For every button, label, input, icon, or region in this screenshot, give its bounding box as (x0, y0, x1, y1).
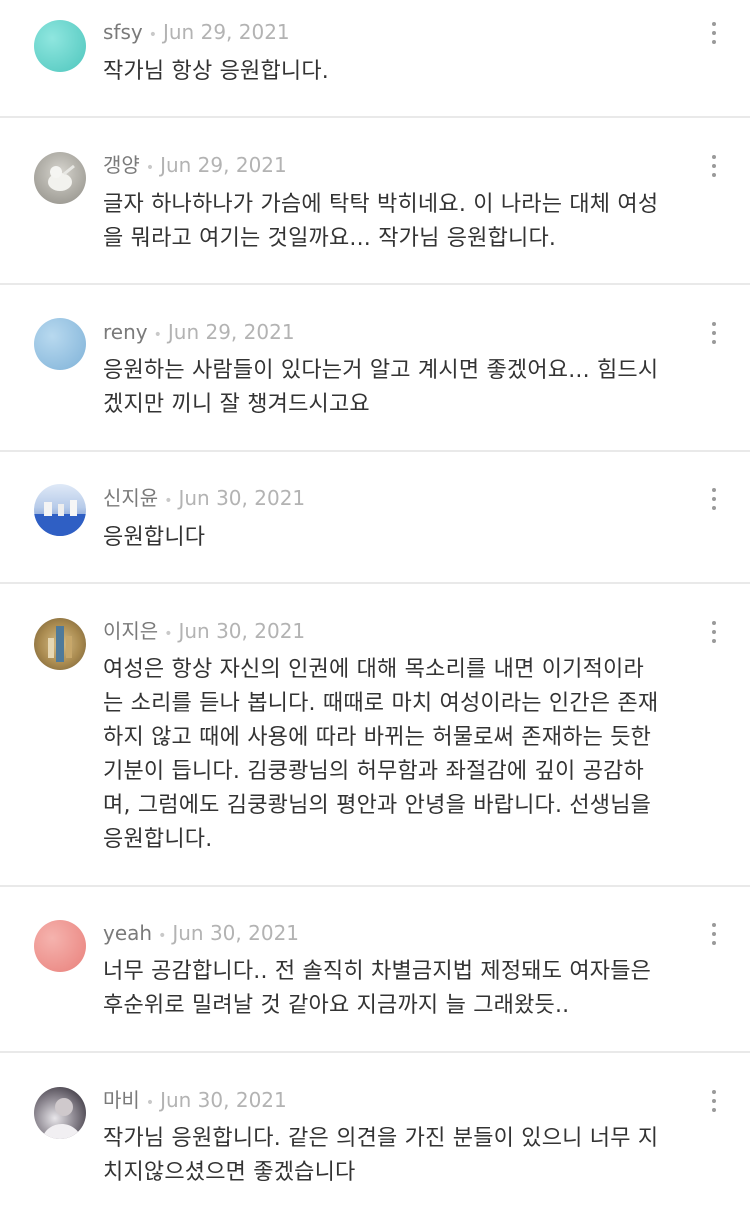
comment-text: 응원하는 사람들이 있다는거 알고 계시면 좋겠어요... 힘드시 겠지만 끼니… (103, 354, 703, 422)
divider (0, 450, 750, 452)
comment-date: Jun 30, 2021 (178, 619, 306, 643)
divider (0, 885, 750, 887)
divider (0, 283, 750, 285)
comment-text: 글자 하나하나가 가슴에 탁탁 박히네요. 이 나라는 대체 여성 을 뭐라고 … (103, 188, 703, 256)
comment-date: Jun 30, 2021 (160, 1088, 287, 1112)
more-options-icon[interactable] (700, 313, 728, 353)
comment-meta: yeah • Jun 30, 2021 (103, 919, 299, 947)
comment-date: Jun 30, 2021 (178, 486, 306, 510)
comment-meta: 신지윤 • Jun 30, 2021 (103, 484, 305, 512)
comment-text: 너무 공감합니다.. 전 솔직히 차별금지법 제정돼도 여자들은 후순위로 밀려… (103, 955, 703, 1023)
meta-separator: • (153, 327, 162, 343)
comment-meta: reny • Jun 29, 2021 (103, 318, 295, 346)
avatar[interactable] (34, 920, 86, 972)
comment-line: 기분이 듭니다. 김쿵쾅님의 허무함과 좌절감에 깊이 공감하 (103, 759, 644, 784)
comment-meta: 마비 • Jun 30, 2021 (103, 1086, 287, 1114)
comment-author[interactable]: yeah (103, 921, 152, 945)
avatar[interactable] (34, 484, 86, 536)
divider (0, 582, 750, 584)
comment-author[interactable]: 마비 (103, 1088, 140, 1112)
avatar[interactable] (34, 318, 86, 370)
avatar-image-icon (48, 164, 75, 191)
comment-author[interactable]: 갱양 (103, 153, 140, 177)
avatar-image-icon (34, 500, 86, 536)
comment-meta: sfsy • Jun 29, 2021 (103, 18, 290, 46)
meta-separator: • (148, 27, 157, 43)
divider (0, 116, 750, 118)
avatar[interactable] (34, 152, 86, 204)
avatar[interactable] (34, 1087, 86, 1139)
avatar[interactable] (34, 618, 86, 670)
more-options-icon[interactable] (700, 914, 728, 954)
meta-separator: • (145, 160, 155, 176)
comment-meta: 이지은 • Jun 30, 2021 (103, 617, 305, 645)
comment-date: Jun 29, 2021 (160, 153, 287, 177)
comment-date: Jun 29, 2021 (167, 320, 295, 344)
comment-line: 응원합니다. (103, 827, 213, 852)
comment-line: 작가님 응원합니다. 같은 의견을 가진 분들이 있으니 너무 지 (103, 1126, 659, 1151)
comment-line: 며, 그럼에도 김쿵쾅님의 평안과 안녕을 바랍니다. 선생님을 (103, 793, 652, 818)
comment-line: 을 뭐라고 여기는 것일까요... 작가님 응원합니다. (103, 226, 557, 251)
comment-author[interactable]: 신지윤 (103, 486, 158, 510)
comment-line: 글자 하나하나가 가슴에 탁탁 박히네요. 이 나라는 대체 여성 (103, 192, 659, 217)
meta-separator: • (164, 493, 173, 509)
avatar-image-icon (48, 626, 72, 662)
comment-line: 후순위로 밀려날 것 같아요 지금까지 늘 그래왔듯.. (103, 993, 570, 1018)
comment-line: 하지 않고 때에 사용에 따라 바뀌는 허물로써 존재하는 듯한 (103, 725, 652, 750)
more-options-icon[interactable] (700, 13, 728, 53)
comment-text: 작가님 응원합니다. 같은 의견을 가진 분들이 있으니 너무 지 치지않으셨으… (103, 1122, 703, 1190)
more-options-icon[interactable] (700, 146, 728, 186)
more-options-icon[interactable] (700, 479, 728, 519)
meta-separator: • (164, 626, 173, 642)
more-options-icon[interactable] (700, 1081, 728, 1121)
comment-line: 겠지만 끼니 잘 챙겨드시고요 (103, 392, 370, 417)
comment-author[interactable]: reny (103, 320, 148, 344)
comment-line: 작가님 항상 응원합니다. (103, 59, 329, 84)
meta-separator: • (158, 928, 167, 944)
comment-date: Jun 29, 2021 (162, 20, 290, 44)
more-options-icon[interactable] (700, 612, 728, 652)
comment-line: 치지않으셨으면 좋겠습니다 (103, 1160, 356, 1185)
comment-author[interactable]: 이지은 (103, 619, 158, 643)
comment-line: 여성은 항상 자신의 인권에 대해 목소리를 내면 이기적이라 (103, 657, 644, 682)
comment-text: 작가님 항상 응원합니다. (103, 55, 703, 89)
divider (0, 1051, 750, 1053)
comment-line: 응원하는 사람들이 있다는거 알고 계시면 좋겠어요... 힘드시 (103, 358, 659, 383)
comment-text: 응원합니다 (103, 521, 703, 555)
comment-meta: 갱양 • Jun 29, 2021 (103, 151, 287, 179)
comment-author[interactable]: sfsy (103, 20, 143, 44)
comment-date: Jun 30, 2021 (172, 921, 300, 945)
meta-separator: • (145, 1095, 155, 1111)
comment-text: 여성은 항상 자신의 인권에 대해 목소리를 내면 이기적이라 는 소리를 듣나… (103, 653, 703, 857)
comment-line: 는 소리를 듣나 봅니다. 때때로 마치 여성이라는 인간은 존재 (103, 691, 659, 716)
avatar[interactable] (34, 20, 86, 72)
comment-line: 너무 공감합니다.. 전 솔직히 차별금지법 제정돼도 여자들은 (103, 959, 652, 984)
comment-line: 응원합니다 (103, 525, 206, 550)
avatar-image-icon (42, 1098, 82, 1139)
